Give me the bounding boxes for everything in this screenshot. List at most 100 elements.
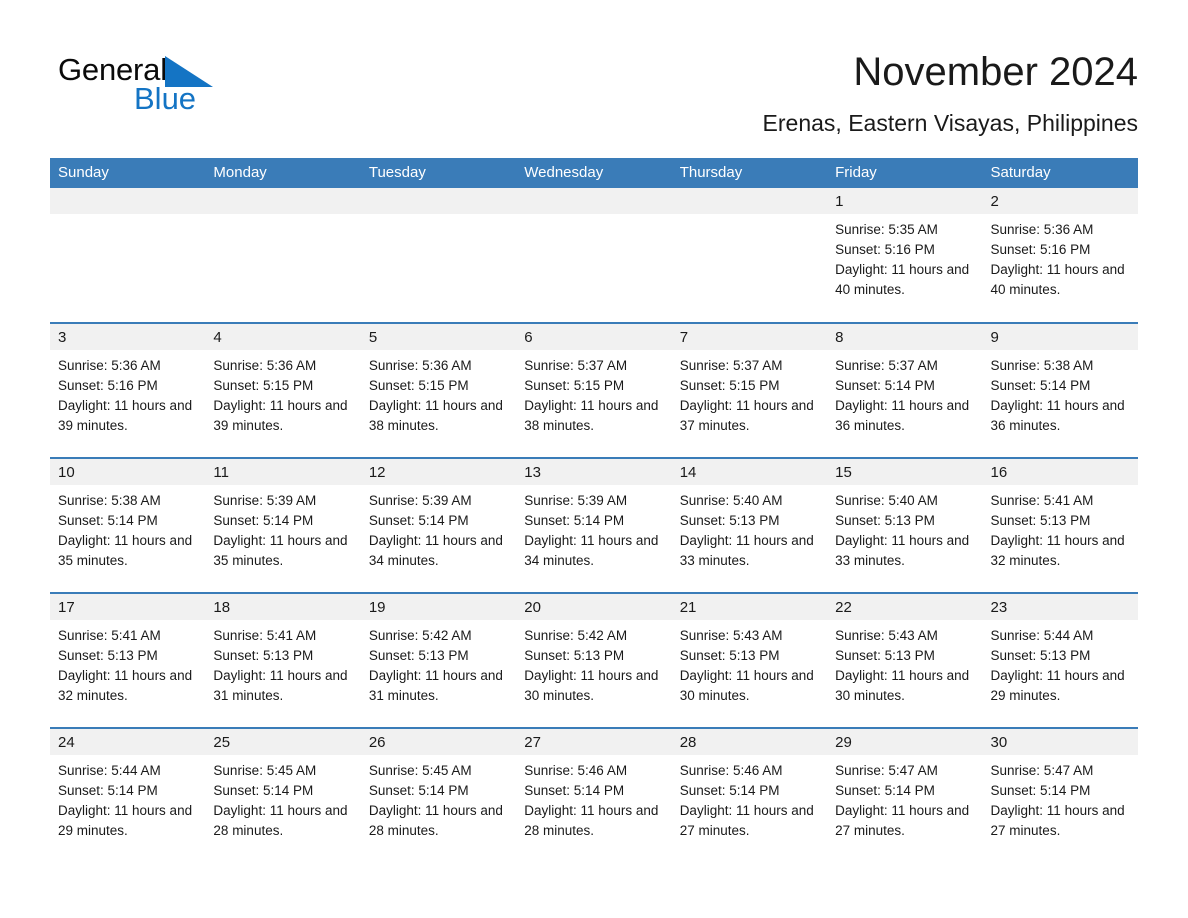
weekday-header-tuesday: Tuesday [360, 158, 517, 188]
calendar-day-cell[interactable]: 1 Sunrise: 5:35 AM Sunset: 5:16 PM Daylight… [827, 188, 983, 323]
day-number: 1 [827, 188, 983, 214]
calendar-page: General Blue November 2024 Erenas, Easte… [0, 0, 1188, 918]
calendar-day-cell[interactable]: 4 Sunrise: 5:36 AM Sunset: 5:15 PM Daylight… [205, 322, 361, 458]
day-number: 10 [50, 459, 206, 485]
day-details: Sunrise: 5:46 AM Sunset: 5:14 PM Daylight:… [516, 755, 671, 841]
daylight-text: Daylight: 11 hours and 34 minutes. [368, 533, 503, 568]
sunset-text: Sunset: 5:13 PM [835, 648, 935, 663]
daylight-text: Daylight: 11 hours and 27 minutes. [990, 803, 1125, 838]
day-number: 9 [982, 324, 1138, 350]
calendar-cell-empty [671, 188, 828, 323]
calendar-day-cell[interactable]: 28 Sunrise: 5:46 AM Sunset: 5:14 PM Dayligh… [671, 727, 828, 863]
weekday-header-saturday: Saturday [982, 158, 1138, 188]
calendar-day-cell[interactable]: 16 Sunrise: 5:41 AM Sunset: 5:13 PM Dayligh… [982, 457, 1138, 593]
daylight-text: Daylight: 11 hours and 36 minutes. [835, 398, 970, 433]
day-details: Sunrise: 5:35 AM Sunset: 5:16 PM Daylight:… [827, 214, 982, 300]
calendar-day-cell[interactable]: 14 Sunrise: 5:40 AM Sunset: 5:13 PM Dayligh… [671, 457, 828, 593]
sunset-text: Sunset: 5:16 PM [990, 242, 1091, 257]
calendar-header-row: Sunday Monday Tuesday Wednesday Thursday… [50, 158, 1138, 188]
sunset-text: Sunset: 5:14 PM [213, 783, 314, 798]
day-details: Sunrise: 5:36 AM Sunset: 5:16 PM Daylight:… [983, 214, 1138, 300]
calendar-cell-empty [50, 188, 206, 323]
calendar-day-cell[interactable]: 6 Sunrise: 5:37 AM Sunset: 5:15 PM Daylight… [516, 322, 672, 458]
calendar-day-cell[interactable]: 10 Sunrise: 5:38 AM Sunset: 5:14 PM Dayligh… [50, 457, 206, 593]
sunset-text: Sunset: 5:13 PM [368, 648, 469, 663]
day-details: Sunrise: 5:36 AM Sunset: 5:15 PM Daylight:… [205, 350, 360, 436]
sunset-text: Sunset: 5:13 PM [835, 513, 935, 528]
daylight-text: Daylight: 11 hours and 32 minutes. [990, 533, 1125, 568]
day-details: Sunrise: 5:45 AM Sunset: 5:14 PM Daylight:… [361, 755, 516, 841]
calendar-day-cell[interactable]: 27 Sunrise: 5:46 AM Sunset: 5:14 PM Dayligh… [516, 727, 672, 863]
calendar-day-cell[interactable]: 9 Sunrise: 5:38 AM Sunset: 5:14 PM Daylight… [982, 322, 1138, 458]
sunset-text: Sunset: 5:14 PM [58, 513, 158, 528]
sunrise-text: Sunrise: 5:38 AM [990, 358, 1094, 373]
calendar-day-cell[interactable]: 21 Sunrise: 5:43 AM Sunset: 5:13 PM Dayligh… [671, 592, 828, 728]
sunrise-text: Sunrise: 5:36 AM [58, 358, 161, 373]
calendar-day-cell[interactable]: 25 Sunrise: 5:45 AM Sunset: 5:14 PM Dayligh… [205, 727, 361, 863]
calendar-day-cell[interactable]: 26 Sunrise: 5:45 AM Sunset: 5:14 PM Dayligh… [360, 727, 517, 863]
sunrise-text: Sunrise: 5:43 AM [679, 628, 783, 643]
sunset-text: Sunset: 5:14 PM [835, 378, 935, 393]
calendar-day-cell[interactable]: 22 Sunrise: 5:43 AM Sunset: 5:13 PM Dayligh… [827, 592, 983, 728]
daylight-text: Daylight: 11 hours and 31 minutes. [368, 668, 503, 703]
sunrise-text: Sunrise: 5:39 AM [213, 493, 317, 508]
day-details: Sunrise: 5:38 AM Sunset: 5:14 PM Daylight:… [983, 350, 1138, 436]
calendar-body: 1 Sunrise: 5:35 AM Sunset: 5:16 PM Daylight… [50, 188, 1138, 863]
sunrise-text: Sunrise: 5:35 AM [835, 222, 938, 237]
daylight-text: Daylight: 11 hours and 29 minutes. [990, 668, 1125, 703]
day-number [360, 188, 517, 214]
calendar-day-cell[interactable]: 15 Sunrise: 5:40 AM Sunset: 5:13 PM Dayligh… [827, 457, 983, 593]
calendar-day-cell[interactable]: 20 Sunrise: 5:42 AM Sunset: 5:13 PM Dayligh… [516, 592, 672, 728]
page-subtitle: Erenas, Eastern Visayas, Philippines [762, 110, 1138, 136]
day-number: 15 [827, 459, 983, 485]
weekday-header-friday: Friday [827, 158, 983, 188]
daylight-text: Daylight: 11 hours and 33 minutes. [679, 533, 814, 568]
weekday-header-thursday: Thursday [671, 158, 828, 188]
day-details: Sunrise: 5:45 AM Sunset: 5:14 PM Daylight:… [205, 755, 360, 841]
calendar-day-cell[interactable]: 13 Sunrise: 5:39 AM Sunset: 5:14 PM Dayligh… [516, 457, 672, 593]
sunset-text: Sunset: 5:15 PM [524, 378, 625, 393]
calendar-day-cell[interactable]: 12 Sunrise: 5:39 AM Sunset: 5:14 PM Dayligh… [360, 457, 517, 593]
calendar-day-cell[interactable]: 24 Sunrise: 5:44 AM Sunset: 5:14 PM Dayligh… [50, 727, 206, 863]
day-number: 25 [205, 729, 361, 755]
calendar-day-cell[interactable]: 8 Sunrise: 5:37 AM Sunset: 5:14 PM Daylight… [827, 322, 983, 458]
day-number [671, 188, 828, 214]
day-number: 27 [516, 729, 672, 755]
calendar-day-cell[interactable]: 18 Sunrise: 5:41 AM Sunset: 5:13 PM Dayligh… [205, 592, 361, 728]
weekday-header-wednesday: Wednesday [516, 158, 672, 188]
calendar-day-cell[interactable]: 29 Sunrise: 5:47 AM Sunset: 5:14 PM Dayligh… [827, 727, 983, 863]
daylight-text: Daylight: 11 hours and 28 minutes. [213, 803, 348, 838]
daylight-text: Daylight: 11 hours and 39 minutes. [213, 398, 348, 433]
sunset-text: Sunset: 5:14 PM [58, 783, 158, 798]
logo-blue-text: Blue [134, 81, 197, 116]
calendar-day-cell[interactable]: 19 Sunrise: 5:42 AM Sunset: 5:13 PM Dayligh… [360, 592, 517, 728]
daylight-text: Daylight: 11 hours and 27 minutes. [679, 803, 814, 838]
calendar-day-cell[interactable]: 2 Sunrise: 5:36 AM Sunset: 5:16 PM Daylight… [982, 188, 1138, 323]
sunset-text: Sunset: 5:14 PM [990, 378, 1091, 393]
calendar-day-cell[interactable]: 17 Sunrise: 5:41 AM Sunset: 5:13 PM Dayligh… [50, 592, 206, 728]
general-blue-logo[interactable]: General Blue [58, 52, 258, 122]
daylight-text: Daylight: 11 hours and 31 minutes. [213, 668, 348, 703]
daylight-text: Daylight: 11 hours and 35 minutes. [213, 533, 348, 568]
calendar-day-cell[interactable]: 7 Sunrise: 5:37 AM Sunset: 5:15 PM Daylight… [671, 322, 828, 458]
day-details: Sunrise: 5:44 AM Sunset: 5:14 PM Daylight:… [50, 755, 205, 841]
calendar-day-cell[interactable]: 23 Sunrise: 5:44 AM Sunset: 5:13 PM Dayligh… [982, 592, 1138, 728]
calendar-cell-empty [516, 188, 672, 323]
sunrise-text: Sunrise: 5:45 AM [368, 763, 472, 778]
day-details: Sunrise: 5:41 AM Sunset: 5:13 PM Daylight:… [205, 620, 360, 706]
calendar-day-cell[interactable]: 3 Sunrise: 5:36 AM Sunset: 5:16 PM Daylight… [50, 322, 206, 458]
day-number: 2 [982, 188, 1138, 214]
calendar-day-cell[interactable]: 5 Sunrise: 5:36 AM Sunset: 5:15 PM Daylight… [360, 322, 517, 458]
day-number: 26 [360, 729, 517, 755]
day-details: Sunrise: 5:37 AM Sunset: 5:15 PM Daylight:… [516, 350, 671, 436]
sunrise-text: Sunrise: 5:39 AM [368, 493, 472, 508]
calendar-week-row: 10 Sunrise: 5:38 AM Sunset: 5:14 PM Dayligh… [50, 457, 1138, 593]
sunrise-text: Sunrise: 5:42 AM [524, 628, 628, 643]
sunrise-text: Sunrise: 5:38 AM [58, 493, 161, 508]
calendar-day-cell[interactable]: 11 Sunrise: 5:39 AM Sunset: 5:14 PM Dayligh… [205, 457, 361, 593]
day-details: Sunrise: 5:40 AM Sunset: 5:13 PM Daylight:… [672, 485, 827, 571]
sunset-text: Sunset: 5:14 PM [524, 783, 625, 798]
day-details: Sunrise: 5:43 AM Sunset: 5:13 PM Daylight:… [827, 620, 982, 706]
daylight-text: Daylight: 11 hours and 30 minutes. [524, 668, 659, 703]
calendar-day-cell[interactable]: 30 Sunrise: 5:47 AM Sunset: 5:14 PM Dayligh… [982, 727, 1138, 863]
